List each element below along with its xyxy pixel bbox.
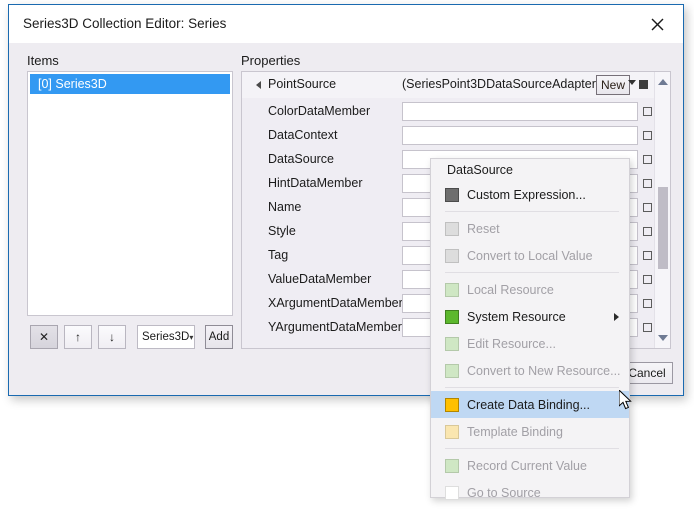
menu-item-label: Create Data Binding... xyxy=(467,397,590,412)
property-marker-icon[interactable] xyxy=(643,299,652,308)
context-menu-item: Go to Source xyxy=(431,479,629,506)
property-value-input[interactable] xyxy=(402,102,638,121)
property-name: DataSource xyxy=(268,152,335,166)
context-menu-items: Custom Expression... Reset Convert to Loca… xyxy=(431,181,629,506)
chevron-down-icon: ▾ xyxy=(189,332,194,342)
menu-item-swatch-icon xyxy=(445,248,459,263)
property-marker-icon[interactable] xyxy=(643,131,652,140)
property-name: DataContext xyxy=(268,128,338,142)
add-item-button[interactable]: Add xyxy=(205,325,233,349)
menu-item-swatch-icon xyxy=(445,221,459,236)
context-menu-item: Template Binding xyxy=(431,418,629,445)
items-list-inner: [0] Series3D xyxy=(30,74,230,94)
move-item-down-button[interactable]: ↓ xyxy=(98,325,126,349)
new-button[interactable]: New xyxy=(596,75,631,95)
property-name: Name xyxy=(268,200,302,214)
menu-item-label: Edit Resource... xyxy=(467,336,556,351)
menu-item-label: Go to Source xyxy=(467,485,541,500)
property-marker-icon[interactable] xyxy=(643,323,652,332)
context-menu-item: Edit Resource... xyxy=(431,330,629,357)
property-row: DataContext xyxy=(242,124,670,148)
menu-item-swatch-icon xyxy=(445,282,459,297)
context-menu-item: Record Current Value xyxy=(431,452,629,479)
menu-separator xyxy=(445,272,619,273)
item-type-value: Series3D xyxy=(142,331,190,343)
context-menu-item: Reset xyxy=(431,215,629,242)
dialog-titlebar: Series3D Collection Editor: Series xyxy=(9,5,683,43)
delete-item-button[interactable]: ✕ xyxy=(30,325,58,349)
move-item-up-button[interactable]: ↑ xyxy=(64,325,92,349)
chevron-down-icon[interactable] xyxy=(628,80,636,85)
menu-item-swatch-icon xyxy=(445,187,459,202)
property-group-name: PointSource xyxy=(268,77,337,91)
context-menu: DataSource Custom Expression... Reset Conv… xyxy=(430,158,630,500)
property-marker-icon[interactable] xyxy=(643,275,652,284)
menu-item-label: Local Resource xyxy=(467,282,554,297)
items-label: Items xyxy=(27,53,59,68)
property-group-value: (SeriesPoint3DDataSourceAdapter) xyxy=(402,77,601,91)
context-menu-item: Convert to Local Value xyxy=(431,242,629,269)
menu-item-label: Convert to New Resource... xyxy=(467,363,621,378)
property-marker-icon[interactable] xyxy=(643,203,652,212)
close-icon[interactable] xyxy=(637,9,677,39)
menu-separator xyxy=(445,387,619,388)
property-name: HintDataMember xyxy=(268,176,363,190)
menu-item-swatch-icon xyxy=(445,397,459,412)
context-menu-item[interactable]: Custom Expression... xyxy=(431,181,629,208)
screen: Series3D Collection Editor: Series Items… xyxy=(0,0,694,514)
scroll-down-arrow-icon[interactable] xyxy=(655,330,670,346)
menu-item-swatch-icon xyxy=(445,424,459,439)
dialog-title: Series3D Collection Editor: Series xyxy=(23,16,227,31)
context-menu-item: Convert to New Resource... xyxy=(431,357,629,384)
menu-item-swatch-icon xyxy=(445,458,459,473)
menu-separator xyxy=(445,211,619,212)
context-menu-item[interactable]: Create Data Binding... xyxy=(431,391,629,418)
menu-separator xyxy=(445,448,619,449)
properties-label: Properties xyxy=(241,53,301,68)
items-listbox[interactable]: [0] Series3D xyxy=(27,71,233,316)
menu-item-swatch-icon xyxy=(445,363,459,378)
context-menu-item: Local Resource xyxy=(431,276,629,303)
property-name: XArgumentDataMember xyxy=(268,296,403,310)
scrollbar-thumb[interactable] xyxy=(658,187,668,269)
menu-item-swatch-icon xyxy=(445,309,459,324)
menu-item-label: System Resource xyxy=(467,309,566,324)
property-name: Tag xyxy=(268,248,289,262)
submenu-arrow-icon xyxy=(614,312,619,321)
property-marker-icon[interactable] xyxy=(643,179,652,188)
property-row: ColorDataMember xyxy=(242,100,670,124)
context-menu-header: DataSource xyxy=(447,163,514,177)
menu-item-swatch-icon xyxy=(445,336,459,351)
property-name: YArgumentDataMember xyxy=(268,320,402,334)
list-item[interactable]: [0] Series3D xyxy=(30,74,230,94)
filled-square-icon[interactable] xyxy=(639,80,648,89)
menu-item-label: Reset xyxy=(467,221,500,236)
property-name: ColorDataMember xyxy=(268,104,371,118)
property-name: ValueDataMember xyxy=(268,272,372,286)
menu-item-label: Custom Expression... xyxy=(467,187,586,202)
item-type-combobox[interactable]: Series3D ▾ xyxy=(137,325,195,349)
property-marker-icon[interactable] xyxy=(643,251,652,260)
menu-item-label: Record Current Value xyxy=(467,458,587,473)
property-group-header[interactable]: PointSource (SeriesPoint3DDataSourceAdap… xyxy=(242,72,670,98)
context-menu-item[interactable]: System Resource xyxy=(431,303,629,330)
scroll-up-arrow-icon[interactable] xyxy=(655,74,670,90)
property-grid-scrollbar[interactable] xyxy=(654,72,670,348)
property-marker-icon[interactable] xyxy=(643,227,652,236)
property-name: Style xyxy=(268,224,296,238)
menu-item-swatch-icon xyxy=(445,485,459,500)
menu-item-label: Template Binding xyxy=(467,424,563,439)
property-marker-icon[interactable] xyxy=(643,155,652,164)
triangle-collapse-icon[interactable] xyxy=(256,81,261,89)
property-marker-icon[interactable] xyxy=(643,107,652,116)
property-value-input[interactable] xyxy=(402,126,638,145)
menu-item-label: Convert to Local Value xyxy=(467,248,593,263)
